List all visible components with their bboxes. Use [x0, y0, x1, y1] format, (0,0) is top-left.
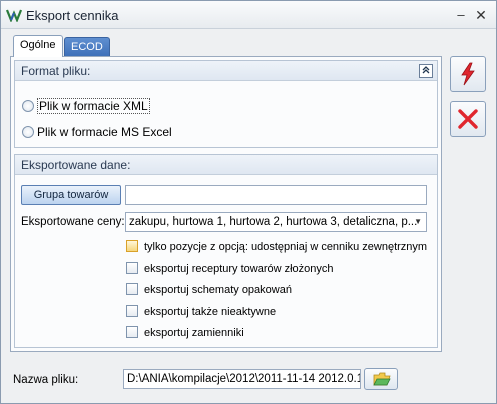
radio-xml-label: Plik w formacie XML [37, 98, 150, 114]
cancel-button[interactable] [450, 101, 486, 137]
checkbox-row-udostepniaj[interactable]: tylko pozycje z opcją: udostępniaj w cen… [126, 239, 427, 255]
chevron-double-up-icon [422, 66, 430, 74]
checkbox-nieaktywne[interactable] [126, 305, 138, 317]
radio-excel-label: Plik w formacie MS Excel [37, 125, 172, 139]
dropdown-arrow-icon[interactable]: ▼ [414, 213, 422, 231]
tab-ecod[interactable]: ECOD [64, 37, 110, 57]
export-button[interactable] [450, 56, 486, 92]
checkbox-receptury-label: eksportuj receptury towarów złożonych [144, 263, 334, 275]
close-x-icon [458, 109, 478, 129]
export-window: Eksport cennika – ✕ Ogólne ECOD Format p… [0, 0, 497, 404]
exported-data-title: Eksportowane dane: [21, 158, 131, 172]
checkbox-schematy[interactable] [126, 283, 138, 295]
checkbox-zamienniki[interactable] [126, 326, 138, 338]
checkbox-row-zamienniki[interactable]: eksportuj zamienniki [126, 325, 244, 341]
grupa-towarow-button[interactable]: Grupa towarów [21, 185, 121, 205]
checkbox-row-nieaktywne[interactable]: eksportuj także nieaktywne [126, 304, 276, 320]
radio-xml[interactable] [22, 100, 34, 112]
checkbox-zamienniki-label: eksportuj zamienniki [144, 327, 244, 339]
radio-option-xml[interactable]: Plik w formacie XML [22, 98, 150, 114]
tab-ogolne[interactable]: Ogólne [13, 35, 63, 57]
checkbox-udostepniaj[interactable] [126, 240, 138, 252]
radio-option-excel[interactable]: Plik w formacie MS Excel [22, 124, 172, 140]
ceny-select[interactable]: zakupu, hurtowa 1, hurtowa 2, hurtowa 3,… [125, 212, 427, 232]
checkbox-schematy-label: eksportuj schematy opakowań [144, 284, 292, 296]
collapse-button[interactable] [419, 64, 433, 78]
checkbox-udostepniaj-label: tylko pozycje z opcją: udostępniaj w cen… [144, 241, 428, 253]
lightning-icon [461, 62, 475, 86]
app-logo-icon [6, 9, 22, 22]
file-name-label: Nazwa pliku: [13, 374, 79, 386]
radio-excel[interactable] [22, 126, 34, 138]
format-group: Format pliku: Plik w formacie XML Plik w… [14, 60, 438, 148]
folder-open-icon [373, 372, 391, 386]
checkbox-receptury[interactable] [126, 262, 138, 274]
checkbox-nieaktywne-label: eksportuj także nieaktywne [144, 306, 277, 318]
exported-data-header: Eksportowane dane: [15, 155, 437, 175]
minimize-button[interactable]: – [451, 5, 471, 25]
format-group-title: Format pliku: [21, 64, 91, 78]
checkbox-row-schematy[interactable]: eksportuj schematy opakowań [126, 282, 292, 298]
exported-data-group: Eksportowane dane: Grupa towarów Eksport… [14, 154, 438, 348]
checkbox-row-receptury[interactable]: eksportuj receptury towarów złożonych [126, 261, 334, 277]
tab-panel-ogolne: Format pliku: Plik w formacie XML Plik w… [10, 56, 442, 352]
ceny-label: Eksportowane ceny: [21, 216, 125, 228]
file-name-input[interactable]: D:\ANIA\kompilacje\2012\2011-11-14 2012.… [123, 369, 361, 389]
browse-button[interactable] [364, 368, 398, 390]
title-bar: Eksport cennika – ✕ [1, 1, 496, 29]
ceny-value: zakupu, hurtowa 1, hurtowa 2, hurtowa 3,… [129, 216, 418, 228]
window-title: Eksport cennika [26, 8, 119, 23]
format-group-header: Format pliku: [15, 61, 437, 81]
grupa-towarow-field[interactable] [125, 185, 427, 205]
close-window-button[interactable]: ✕ [471, 5, 491, 25]
